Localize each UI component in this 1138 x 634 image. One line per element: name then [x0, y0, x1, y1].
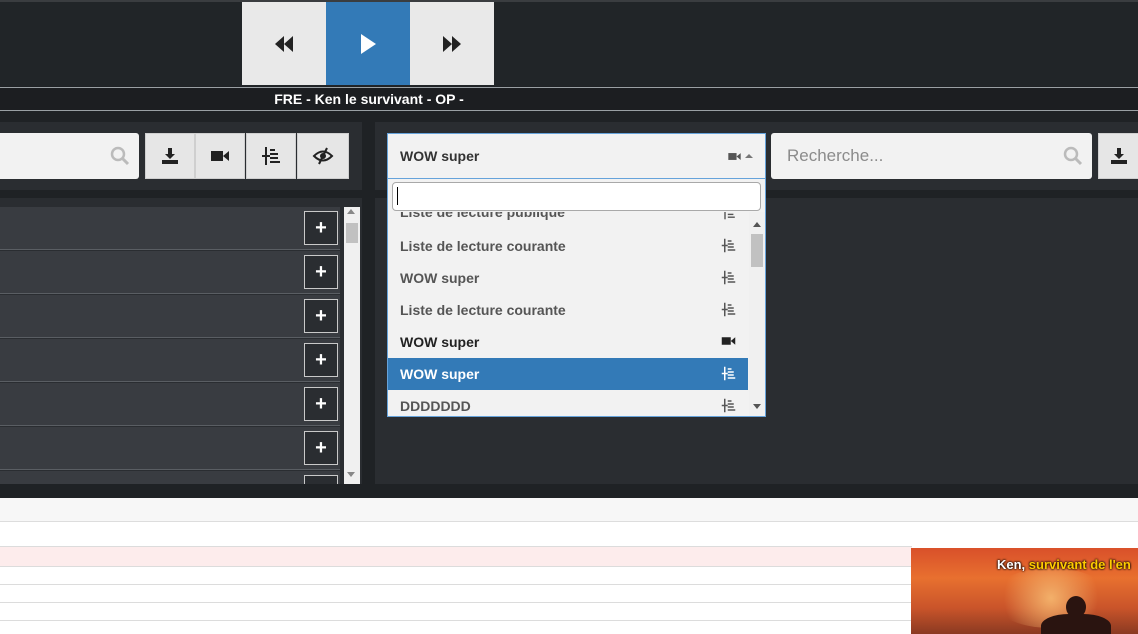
dropdown-option-current[interactable]: WOW super	[388, 326, 748, 358]
rewind-icon	[275, 35, 293, 52]
list-item[interactable]	[0, 471, 340, 484]
playlist-icon	[721, 238, 736, 253]
rewind-button[interactable]	[242, 2, 326, 85]
dropdown-option[interactable]: Liste de lecture courante	[388, 230, 748, 262]
video-icon	[721, 337, 736, 345]
scroll-up-icon[interactable]	[753, 222, 761, 227]
divider	[0, 584, 912, 585]
list-item[interactable]	[0, 383, 340, 426]
playlist-icon	[724, 212, 735, 220]
add-button[interactable]: +	[304, 343, 338, 377]
option-label: WOW super	[400, 334, 480, 350]
add-button[interactable]: +	[304, 431, 338, 465]
playlist-icon	[721, 270, 736, 285]
dropdown-option[interactable]: WOW super	[388, 262, 748, 294]
import-icon	[1110, 148, 1127, 164]
scroll-down-icon[interactable]	[347, 472, 355, 477]
plus-icon: +	[315, 436, 327, 459]
list-item[interactable]	[0, 251, 340, 294]
search-icon	[110, 146, 130, 166]
dropdown-option[interactable]: DDDDDDD	[388, 390, 748, 416]
list-item[interactable]	[0, 295, 340, 338]
scroll-down-icon[interactable]	[753, 404, 761, 409]
video-icon	[727, 151, 742, 162]
add-button[interactable]: +	[304, 255, 338, 289]
playlist-button[interactable]	[246, 133, 296, 179]
add-button[interactable]: +	[304, 387, 338, 421]
play-icon	[361, 33, 376, 54]
list-item[interactable]	[0, 427, 340, 470]
table-row[interactable]	[0, 547, 912, 566]
play-button[interactable]	[326, 2, 410, 85]
plus-icon: +	[315, 392, 327, 415]
import-button[interactable]	[145, 133, 195, 179]
chevron-up-icon[interactable]	[745, 154, 753, 158]
divider	[0, 620, 912, 621]
option-label: WOW super	[400, 366, 480, 382]
scroll-up-icon[interactable]	[347, 209, 355, 214]
option-label: WOW super	[400, 270, 480, 286]
figure-body	[1041, 614, 1111, 634]
playlist-icon	[721, 398, 736, 413]
import-button[interactable]	[1098, 133, 1138, 179]
left-scrollbar[interactable]	[344, 207, 360, 484]
fast-forward-button[interactable]	[410, 2, 494, 85]
left-scroll-thumb[interactable]	[346, 223, 358, 243]
fast-forward-icon	[443, 35, 461, 52]
add-button[interactable]: +	[304, 299, 338, 333]
plus-icon: +	[315, 216, 327, 239]
text-caret	[397, 187, 398, 205]
bottom-header	[0, 498, 1138, 522]
list-item[interactable]	[0, 339, 340, 382]
hidden-eye-icon	[312, 147, 334, 165]
right-search-placeholder: Recherche...	[787, 146, 884, 165]
import-icon	[162, 148, 178, 164]
dropdown-option[interactable]: Liste de lecture publique	[388, 212, 748, 225]
player-bar	[0, 0, 1138, 86]
playlist-icon	[721, 302, 736, 317]
dropdown-option-highlighted[interactable]: WOW super	[388, 358, 748, 390]
divider	[0, 566, 912, 567]
playlist-icon	[721, 366, 736, 381]
option-label: Liste de lecture courante	[400, 302, 566, 318]
option-label: DDDDDDD	[400, 398, 471, 414]
plus-icon: +	[315, 260, 327, 283]
list-item[interactable]	[0, 207, 340, 250]
add-button[interactable]	[304, 475, 338, 484]
video-icon	[211, 151, 229, 161]
playlist-select-value: WOW super	[400, 148, 480, 164]
plus-icon: +	[315, 348, 327, 371]
hidden-button[interactable]	[297, 133, 349, 179]
video-button[interactable]	[195, 133, 245, 179]
divider	[0, 602, 912, 603]
search-icon	[1063, 146, 1083, 166]
subtitle-yellow: survivant de l'en	[1025, 557, 1131, 572]
plus-icon: +	[315, 304, 327, 327]
option-label: Liste de lecture courante	[400, 238, 566, 254]
now-playing-title: FRE - Ken le survivant - OP -	[274, 91, 464, 107]
subtitle-white: Ken,	[997, 557, 1026, 572]
playlist-icon	[262, 147, 280, 165]
video-subtitle: Ken, survivant de l'en	[997, 557, 1131, 572]
option-label: Liste de lecture publique	[400, 212, 565, 220]
dropdown-search-input[interactable]	[392, 182, 761, 211]
dropdown-scroll-thumb[interactable]	[751, 234, 763, 267]
dropdown-option[interactable]: Liste de lecture courante	[388, 294, 748, 326]
add-button[interactable]: +	[304, 211, 338, 245]
